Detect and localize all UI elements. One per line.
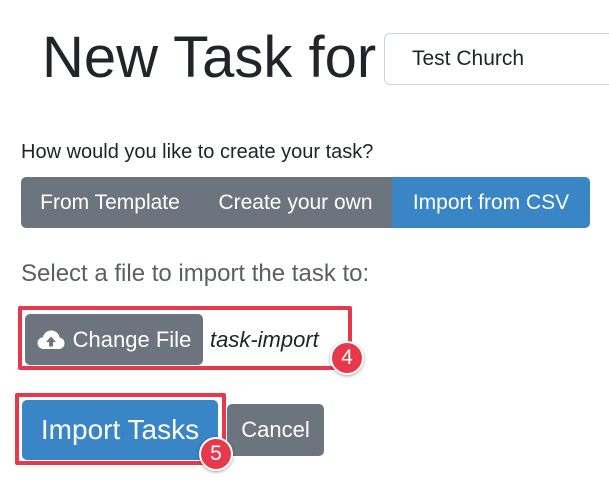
- cancel-button[interactable]: Cancel: [227, 404, 324, 456]
- change-file-label: Change File: [72, 326, 192, 352]
- step-badge-4: 4: [330, 341, 364, 375]
- change-file-button[interactable]: Change File: [25, 314, 203, 365]
- cloud-upload-icon: [37, 329, 65, 351]
- create-method-question: How would you like to create your task?: [21, 141, 374, 163]
- organization-select[interactable]: Test Church: [384, 33, 609, 85]
- from-template-button[interactable]: From Template: [21, 177, 199, 228]
- selected-file-name: task-import: [210, 326, 319, 352]
- import-tasks-button[interactable]: Import Tasks: [22, 400, 218, 460]
- page-title: New Task for: [42, 25, 377, 90]
- file-select-label: Select a file to import the task to:: [21, 260, 370, 287]
- create-method-toggle: From Template Create your own Import fro…: [21, 177, 590, 228]
- import-from-csv-button[interactable]: Import from CSV: [392, 177, 590, 228]
- step-badge-5: 5: [199, 437, 233, 471]
- file-input: Change File task-import: [25, 314, 319, 365]
- create-your-own-button[interactable]: Create your own: [199, 177, 392, 228]
